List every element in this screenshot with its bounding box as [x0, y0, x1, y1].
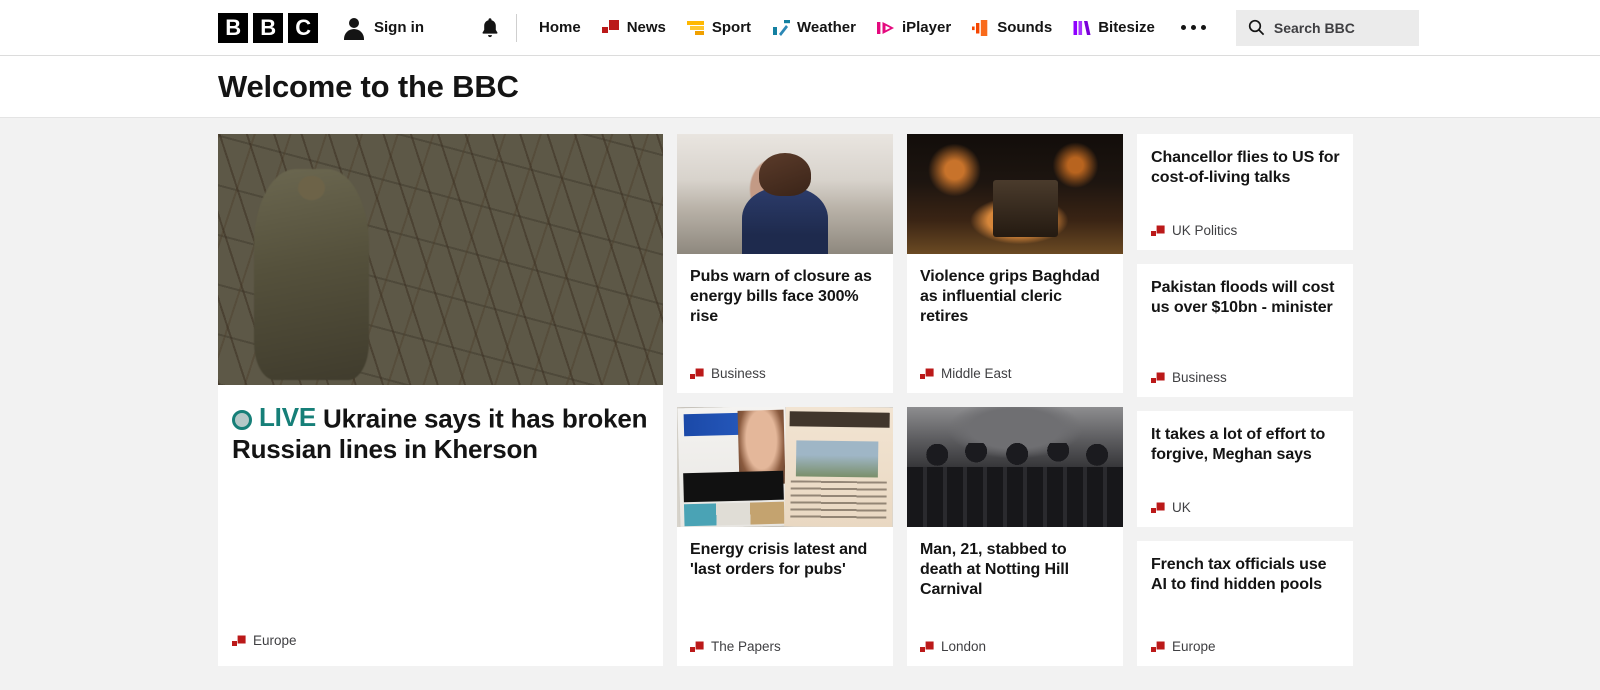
bbc-logo-letter-2: B [253, 12, 283, 43]
story-category-meghan: UK [1172, 500, 1191, 515]
story-card-french-tax[interactable]: French tax officials use AI to find hidd… [1137, 541, 1353, 666]
primary-navigation: Home News Sport Weather iPlayer Sounds B… [517, 18, 1155, 38]
person-icon [343, 17, 365, 40]
nav-item-sounds[interactable]: Sounds [971, 18, 1052, 38]
story-headline-pubs: Pubs warn of closure as energy bills fac… [690, 268, 872, 325]
story-tag-baghdad[interactable]: Middle East [920, 366, 1110, 381]
bbc-logo-letter-3: C [288, 12, 318, 43]
ellipsis-dot-3 [1200, 25, 1206, 30]
nav-label-weather: Weather [797, 19, 856, 36]
story-tag-meghan[interactable]: UK [1151, 500, 1340, 515]
masthead: B B C Sign in Home News Sport Weather iP… [0, 0, 1600, 56]
nav-label-home: Home [539, 19, 581, 36]
bbc-news-icon [690, 641, 704, 652]
story-headline-papers: Energy crisis latest and 'last orders fo… [690, 541, 868, 578]
story-card-meghan[interactable]: It takes a lot of effort to forgive, Meg… [1137, 411, 1353, 527]
nav-label-news: News [626, 19, 666, 36]
story-image-pubs [677, 134, 893, 254]
column-two: Pubs warn of closure as energy bills fac… [677, 134, 893, 666]
story-headline-chancellor: Chancellor flies to US for cost-of-livin… [1151, 149, 1340, 187]
story-card-pubs[interactable]: Pubs warn of closure as energy bills fac… [677, 134, 893, 393]
main-content: LIVE Ukraine says it has broken Russian … [0, 118, 1600, 690]
bbc-weather-icon [773, 19, 791, 36]
story-card-chancellor[interactable]: Chancellor flies to US for cost-of-livin… [1137, 134, 1353, 250]
story-card-baghdad[interactable]: Violence grips Baghdad as influential cl… [907, 134, 1123, 393]
welcome-banner: Welcome to the BBC [0, 56, 1600, 118]
bbc-sport-icon [686, 20, 704, 35]
story-tag-pakistan[interactable]: Business [1151, 370, 1340, 385]
story-headline-french-tax: French tax officials use AI to find hidd… [1151, 556, 1327, 594]
search-placeholder: Search BBC [1273, 19, 1355, 36]
story-category-pakistan: Business [1172, 370, 1227, 385]
live-indicator-icon [232, 410, 252, 431]
nav-item-iplayer[interactable]: iPlayer [876, 18, 951, 38]
bbc-logo[interactable]: B B C [218, 12, 318, 43]
story-category-chancellor: UK Politics [1172, 223, 1238, 238]
live-badge: LIVE [232, 402, 316, 433]
bbc-bitesize-icon [1073, 20, 1091, 35]
story-category-notting-hill: London [941, 639, 987, 654]
search-icon [1248, 19, 1265, 36]
sign-in-button[interactable]: Sign in [343, 17, 424, 40]
bbc-news-icon [232, 635, 246, 646]
nav-label-iplayer: iPlayer [901, 19, 952, 36]
lead-story-category: Europe [253, 633, 297, 648]
bbc-news-icon [690, 368, 704, 379]
lead-story-image [218, 134, 663, 385]
story-category-papers: The Papers [711, 639, 781, 654]
story-headline-baghdad: Violence grips Baghdad as influential cl… [920, 268, 1100, 325]
nav-item-bitesize[interactable]: Bitesize [1072, 18, 1155, 38]
lead-story-card[interactable]: LIVE Ukraine says it has broken Russian … [218, 134, 663, 666]
bbc-news-icon [1151, 225, 1165, 236]
story-card-papers[interactable]: Energy crisis latest and 'last orders fo… [677, 407, 893, 666]
story-image-notting-hill [907, 407, 1123, 527]
story-tag-papers[interactable]: The Papers [690, 639, 880, 654]
live-label: LIVE [259, 402, 316, 432]
nav-label-bitesize: Bitesize [1098, 19, 1155, 36]
bbc-news-icon [920, 368, 934, 379]
story-category-pubs: Business [711, 366, 766, 381]
nav-item-sport[interactable]: Sport [686, 18, 751, 38]
bbc-news-icon [920, 641, 934, 652]
story-headline-pakistan: Pakistan floods will cost us over $10bn … [1151, 279, 1335, 317]
column-three: Violence grips Baghdad as influential cl… [907, 134, 1123, 666]
column-four: Chancellor flies to US for cost-of-livin… [1137, 134, 1353, 666]
ellipsis-dot-2 [1190, 25, 1196, 30]
story-tag-chancellor[interactable]: UK Politics [1151, 223, 1340, 238]
bbc-logo-letter-1: B [218, 12, 248, 43]
nav-item-home[interactable]: Home [539, 19, 581, 36]
lead-story-headline: LIVE Ukraine says it has broken Russian … [232, 402, 649, 465]
ellipsis-dot-1 [1180, 25, 1186, 30]
story-category-baghdad: Middle East [941, 366, 1012, 381]
bbc-news-icon [1151, 502, 1165, 513]
nav-label-sport: Sport [711, 19, 752, 36]
story-headline-notting-hill: Man, 21, stabbed to death at Notting Hil… [920, 541, 1070, 598]
story-headline-meghan: It takes a lot of effort to forgive, Meg… [1151, 426, 1326, 464]
nav-label-sounds: Sounds [997, 19, 1053, 36]
story-image-papers [677, 407, 893, 527]
lead-story-tag[interactable]: Europe [232, 633, 649, 666]
bbc-news-icon [601, 19, 619, 33]
nav-item-weather[interactable]: Weather [771, 18, 856, 38]
notifications-button[interactable] [480, 13, 517, 42]
story-grid: LIVE Ukraine says it has broken Russian … [218, 134, 1382, 666]
story-image-baghdad [907, 134, 1123, 254]
search-input[interactable]: Search BBC [1235, 9, 1419, 46]
more-menu-button[interactable] [1180, 25, 1206, 30]
bbc-iplayer-icon [876, 21, 894, 34]
story-card-pakistan[interactable]: Pakistan floods will cost us over $10bn … [1137, 264, 1353, 397]
bbc-news-icon [1151, 641, 1165, 652]
story-card-notting-hill[interactable]: Man, 21, stabbed to death at Notting Hil… [907, 407, 1123, 666]
story-tag-pubs[interactable]: Business [690, 366, 880, 381]
page-title: Welcome to the BBC [218, 68, 519, 104]
story-tag-french-tax[interactable]: Europe [1151, 639, 1340, 654]
story-tag-notting-hill[interactable]: London [920, 639, 1110, 654]
bbc-sounds-icon [972, 19, 988, 36]
nav-item-news[interactable]: News [601, 18, 666, 38]
bell-icon [482, 17, 498, 37]
sign-in-label: Sign in [374, 19, 424, 36]
story-category-french-tax: Europe [1172, 639, 1216, 654]
bbc-news-icon [1151, 372, 1165, 383]
